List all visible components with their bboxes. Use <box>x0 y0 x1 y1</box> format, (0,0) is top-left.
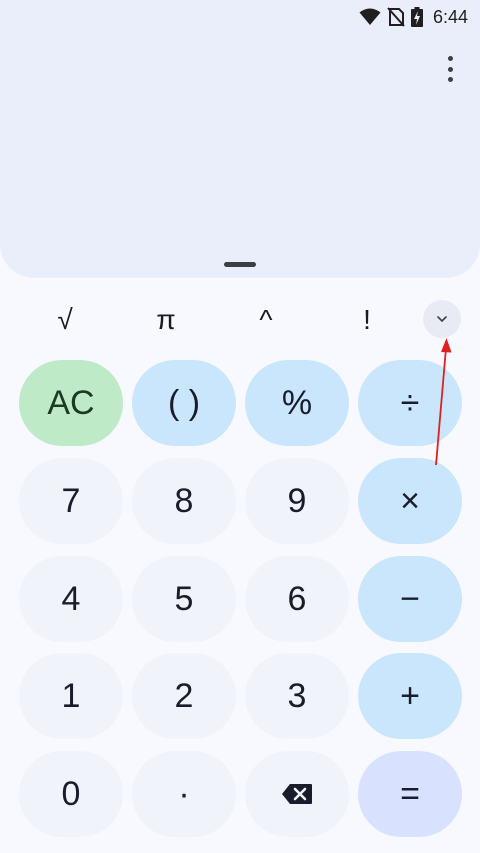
digit-8-button[interactable]: 8 <box>132 458 236 544</box>
decimal-button[interactable]: · <box>132 751 236 837</box>
digit-9-button[interactable]: 9 <box>245 458 349 544</box>
multiply-button[interactable]: × <box>358 458 462 544</box>
ac-button[interactable]: AC <box>19 360 123 446</box>
parentheses-button[interactable]: ( ) <box>132 360 236 446</box>
divide-button[interactable]: ÷ <box>358 360 462 446</box>
equals-button[interactable]: = <box>358 751 462 837</box>
keypad: AC ( ) % ÷ 7 8 9 × 4 5 6 − 1 2 3 + 0 · = <box>0 0 480 853</box>
digit-0-button[interactable]: 0 <box>19 751 123 837</box>
digit-6-button[interactable]: 6 <box>245 556 349 642</box>
plus-button[interactable]: + <box>358 653 462 739</box>
digit-1-button[interactable]: 1 <box>19 653 123 739</box>
percent-button[interactable]: % <box>245 360 349 446</box>
digit-7-button[interactable]: 7 <box>19 458 123 544</box>
minus-button[interactable]: − <box>358 556 462 642</box>
digit-3-button[interactable]: 3 <box>245 653 349 739</box>
backspace-icon <box>282 784 312 804</box>
digit-2-button[interactable]: 2 <box>132 653 236 739</box>
digit-4-button[interactable]: 4 <box>19 556 123 642</box>
backspace-button[interactable] <box>245 751 349 837</box>
digit-5-button[interactable]: 5 <box>132 556 236 642</box>
